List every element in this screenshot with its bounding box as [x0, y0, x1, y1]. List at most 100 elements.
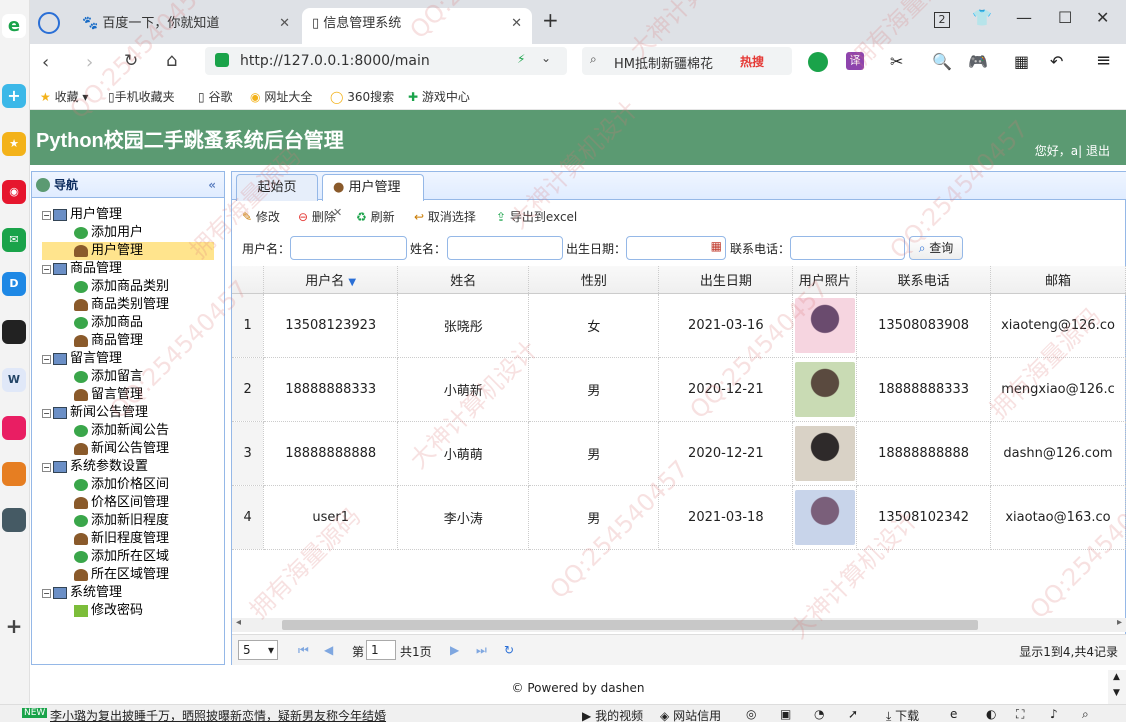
table-row[interactable]: 1 13508123923 张晓彤女 2021-03-16 13508083908 xia… [232, 293, 1126, 358]
table-row[interactable]: 4 user1 李小涛男 2021-03-18 13508102342 xiaotao@1… [232, 485, 1126, 550]
window-close-icon[interactable]: ✕ [1096, 8, 1109, 27]
my-video-button[interactable]: ▶ 我的视频 [582, 707, 643, 724]
table-row[interactable]: 2 18888888333 小萌新男 2020-12-21 18888888333 men… [232, 357, 1126, 422]
tree-item[interactable]: 添加商品类别 [42, 278, 214, 296]
scroll-right-icon[interactable]: ▸ [1117, 617, 1122, 628]
last-page-icon[interactable]: ⏭ [476, 643, 487, 658]
image-icon[interactable]: ▣ [780, 707, 791, 721]
tree-group[interactable]: − 商品管理 [42, 260, 122, 278]
tree-item[interactable]: 用户管理 [42, 242, 214, 260]
sound-icon[interactable]: ♪ [1050, 707, 1058, 721]
plus-app-icon[interactable]: + [2, 84, 26, 108]
tree-group[interactable]: − 系统参数设置 [42, 458, 148, 476]
ie-icon[interactable]: e [950, 707, 957, 721]
tab-count[interactable]: 2 [934, 12, 950, 28]
back-icon[interactable]: ‹ [42, 52, 49, 73]
tree-item[interactable]: 价格区间管理 [42, 494, 214, 512]
tree-item[interactable]: 添加留言 [42, 368, 214, 386]
close-icon[interactable]: ✕ [279, 8, 290, 40]
column-header[interactable]: 姓名 [397, 266, 530, 294]
url-field[interactable]: http://127.0.0.1:8000/main ⚡ ⌄ [205, 47, 567, 75]
column-header[interactable]: 性别 [528, 266, 660, 294]
tree-item[interactable]: 修改密码 [42, 602, 214, 620]
bookmark-google[interactable]: ▯ 谷歌 [198, 88, 232, 105]
home-icon[interactable]: ⌂ [166, 50, 177, 71]
download-button[interactable]: ⤓ 下载 [886, 707, 919, 724]
collapse-box-icon[interactable]: − [42, 409, 51, 418]
lightning-icon[interactable]: ⚡ [517, 52, 525, 66]
weibo-icon[interactable]: ◉ [2, 180, 26, 204]
tree-item[interactable]: 添加新旧程度 [42, 512, 214, 530]
gamepad-icon[interactable]: 🎮 [968, 52, 988, 71]
bookmark-games[interactable]: ✚ 游戏中心 [408, 88, 470, 105]
collapse-box-icon[interactable]: − [42, 211, 51, 220]
navigation-icon[interactable] [38, 12, 60, 34]
tree-item[interactable]: 添加用户 [42, 224, 214, 242]
browser-tab-baidu[interactable]: 🐾 百度一下，你就知道 ✕ [72, 8, 300, 44]
reload-icon[interactable]: ↻ [504, 643, 514, 657]
news-link[interactable]: 李小璐为复出披睡千万，晒照披曝新恋情，疑新男友称今年结婚 [50, 707, 386, 724]
tree-group[interactable]: − 留言管理 [42, 350, 122, 368]
translate-icon[interactable]: 译 [846, 52, 864, 70]
game3-app-icon[interactable] [2, 508, 26, 532]
maximize-icon[interactable]: ☐ [1058, 8, 1072, 27]
deselect-button[interactable]: ↩ 取消选择 [414, 208, 476, 225]
game2-app-icon[interactable] [2, 462, 26, 486]
first-page-icon[interactable]: ⏮ [298, 643, 309, 658]
bookmark-360[interactable]: ◯ 360搜索 [330, 88, 394, 105]
game-app-icon[interactable] [2, 320, 26, 344]
tree-item[interactable]: 添加商品 [42, 314, 214, 332]
column-header[interactable]: 用户名 ▼ [263, 266, 399, 294]
refresh-button[interactable]: ♻ 刷新 [356, 208, 395, 225]
undo-icon[interactable]: ↶ [1050, 52, 1063, 71]
shop-app-icon[interactable] [2, 416, 26, 440]
calendar-icon[interactable]: ▦ [711, 239, 722, 253]
bookmark-sites[interactable]: ◉ 网址大全 [250, 88, 312, 105]
phone-input[interactable] [790, 236, 905, 260]
star-app-icon[interactable]: ★ [2, 132, 26, 156]
browser-logo-icon[interactable]: e [2, 14, 26, 38]
name-input[interactable] [447, 236, 563, 260]
tree-item[interactable]: 商品类别管理 [42, 296, 214, 314]
query-button[interactable]: ⌕ 查询 [909, 236, 963, 260]
reload-icon[interactable]: ↻ [124, 51, 138, 71]
scroll-thumb[interactable] [282, 620, 978, 630]
new-tab-icon[interactable]: + [542, 8, 559, 32]
tab-user-manage[interactable]: ● 用户管理 ✕ [322, 174, 424, 219]
tree-item[interactable]: 留言管理 [42, 386, 214, 404]
page-number-input[interactable]: 1 [366, 640, 396, 660]
shirt-icon[interactable]: 👕 [972, 8, 992, 27]
scissors-icon[interactable]: ✂ [890, 52, 903, 71]
site-credit-button[interactable]: ◈ 网站信用 [660, 707, 721, 724]
tree-item[interactable]: 新旧程度管理 [42, 530, 214, 548]
speed-icon[interactable]: ◔ [814, 707, 824, 721]
minimize-icon[interactable]: — [1016, 8, 1032, 27]
prev-page-icon[interactable]: ◀ [324, 643, 333, 657]
column-header[interactable]: 联系电话 [856, 266, 991, 294]
collapse-box-icon[interactable]: − [42, 355, 51, 364]
security-icon[interactable]: ◎ [746, 707, 756, 721]
collapse-box-icon[interactable]: − [42, 463, 51, 472]
tab-home[interactable]: 起始页 [236, 174, 318, 201]
table-row[interactable]: 3 18888888888 小萌萌男 2020-12-21 18888888888 das… [232, 421, 1126, 486]
column-header[interactable]: 用户照片 [792, 266, 858, 294]
fullscreen-icon[interactable]: ⛶ [1016, 707, 1024, 722]
app-icon[interactable]: D [2, 272, 26, 296]
column-header[interactable]: 邮箱 [990, 266, 1126, 294]
forward-icon[interactable]: › [86, 52, 93, 73]
tree-item[interactable]: 添加价格区间 [42, 476, 214, 494]
page-size-select[interactable]: 5 ▾ [238, 640, 278, 660]
tree-group[interactable]: − 新闻公告管理 [42, 404, 148, 422]
bookmark-favorites[interactable]: ★ 收藏 ▾ [40, 88, 88, 105]
column-header[interactable]: 出生日期 [658, 266, 794, 294]
delete-button[interactable]: ⊖ 删除 [298, 208, 336, 225]
globe-icon[interactable]: ◐ [986, 707, 996, 721]
export-excel-button[interactable]: ⇪ 导出到excel [496, 208, 577, 225]
collapse-box-icon[interactable]: − [42, 589, 51, 598]
edit-button[interactable]: ✎ 修改 [242, 208, 280, 225]
username-input[interactable] [290, 236, 407, 260]
zoom-icon[interactable]: ⌕ [1082, 707, 1089, 722]
tree-item[interactable]: 新闻公告管理 [42, 440, 214, 458]
tree-item[interactable]: 商品管理 [42, 332, 214, 350]
collapse-box-icon[interactable]: − [42, 265, 51, 274]
